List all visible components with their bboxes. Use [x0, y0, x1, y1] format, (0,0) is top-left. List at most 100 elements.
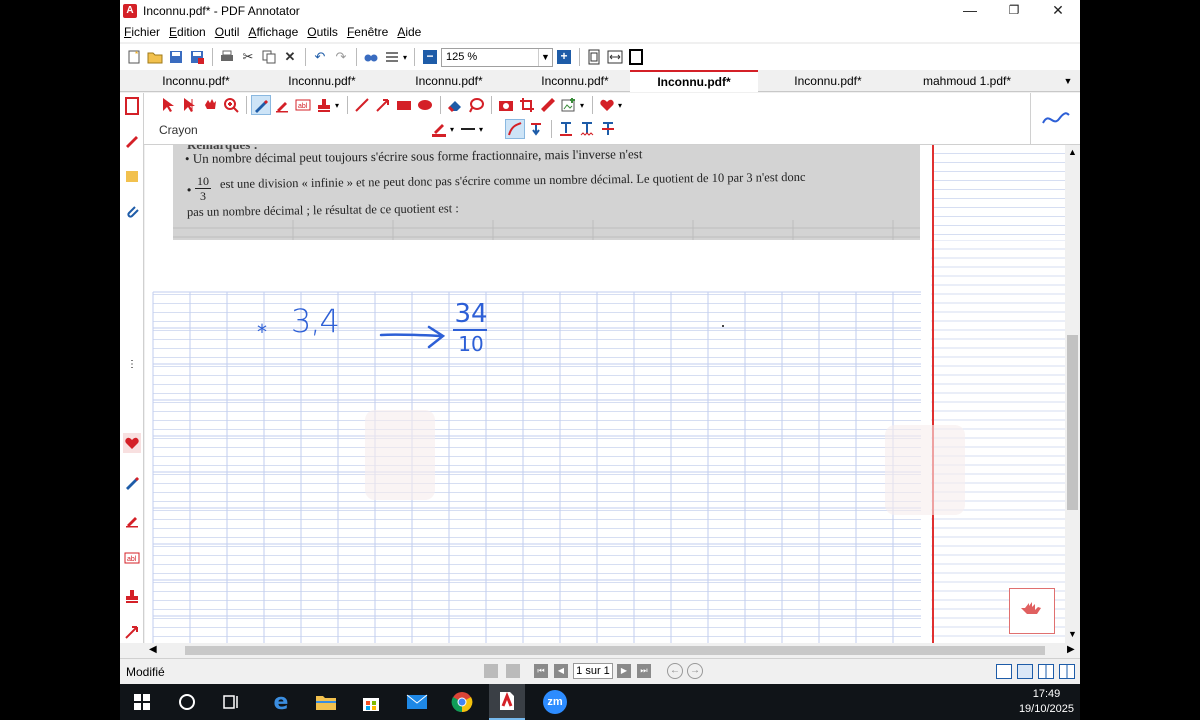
open-folder-icon[interactable] [145, 47, 165, 67]
smooth-stroke-icon[interactable] [505, 119, 526, 139]
zoom-combobox[interactable]: 125 % ▼ [441, 47, 554, 67]
copy-icon[interactable] [259, 47, 279, 67]
favorites-heart-icon[interactable] [597, 95, 617, 115]
save-as-icon[interactable] [187, 47, 207, 67]
eraser-tool-icon[interactable] [445, 95, 465, 115]
system-clock[interactable]: 17:49 19/10/2025 [1019, 687, 1074, 717]
insert-dropdown-icon[interactable]: ▾ [580, 101, 584, 110]
two-page-view-icon[interactable] [1038, 664, 1054, 679]
scroll-left-icon[interactable]: ◀ [149, 644, 157, 655]
favorites-dropdown-icon[interactable]: ▾ [618, 101, 622, 110]
chevron-down-icon[interactable]: ▼ [538, 48, 552, 66]
ruler-tool-icon[interactable] [538, 95, 558, 115]
stamp-dropdown-icon[interactable]: ▾ [335, 101, 339, 110]
scroll-down-icon[interactable]: ▼ [1068, 629, 1077, 639]
favorite-pen-blue-icon[interactable] [123, 473, 141, 491]
menu-aide[interactable]: Aide [397, 25, 421, 39]
undo-icon[interactable]: ↶ [310, 47, 330, 67]
tab-inconnu-4[interactable]: Inconnu.pdf* [512, 70, 638, 92]
line-width-dropdown-icon[interactable]: ▾ [479, 125, 483, 134]
favorite-stamp-icon[interactable] [123, 587, 141, 605]
attachment-icon[interactable] [123, 203, 141, 221]
ellipse-tool-icon[interactable] [415, 95, 435, 115]
pen-tool-icon[interactable] [251, 95, 271, 115]
chrome-icon[interactable] [448, 688, 476, 716]
menu-affichage[interactable]: Affichage [248, 25, 298, 39]
zoom-in-button[interactable]: + [557, 50, 572, 64]
last-page-button[interactable]: ⏭ [637, 664, 651, 678]
menu-outils[interactable]: Outils [307, 25, 338, 39]
minimize-button[interactable]: — [948, 0, 992, 22]
delete-icon[interactable]: ✕ [280, 47, 300, 67]
layout-dropdown-icon[interactable]: ▾ [403, 53, 407, 62]
menu-outil[interactable]: Outil [215, 25, 240, 39]
crop-tool-icon[interactable] [517, 95, 537, 115]
tab-inconnu-1[interactable]: Inconnu.pdf* [133, 70, 259, 92]
tab-inconnu-active[interactable]: Inconnu.pdf* [630, 70, 758, 92]
redo-icon[interactable]: ↷ [331, 47, 351, 67]
edge-browser-icon[interactable]: e [267, 688, 295, 716]
vertical-scroll-thumb[interactable] [1067, 335, 1078, 510]
file-explorer-icon[interactable] [312, 688, 340, 716]
touch-mode-button[interactable] [1009, 588, 1055, 634]
page-outline-icon[interactable] [123, 97, 141, 115]
highlighter-tool-icon[interactable] [272, 95, 292, 115]
horizontal-scrollbar[interactable]: ◀ ▶ [145, 643, 1080, 658]
pen-preview-panel[interactable] [1030, 93, 1080, 145]
menu-fenetre[interactable]: Fenêtre [347, 25, 388, 39]
handwritten-arrow[interactable] [379, 325, 449, 351]
tab-list-dropdown-icon[interactable]: ▼ [1060, 70, 1076, 92]
single-page-view-icon[interactable] [996, 664, 1012, 679]
close-button[interactable]: ✕ [1036, 0, 1080, 22]
page-number-field[interactable]: 1 sur 1 [573, 663, 613, 679]
history-forward-icon[interactable]: → [687, 663, 703, 679]
insert-image-icon[interactable] [559, 95, 579, 115]
full-screen-icon[interactable] [626, 47, 646, 67]
sidebar-resize-handle[interactable]: ⋮ [123, 355, 141, 373]
text-box-tool-icon[interactable]: abl [293, 95, 313, 115]
layout-icon[interactable] [382, 47, 402, 67]
tab-inconnu-3[interactable]: Inconnu.pdf* [386, 70, 512, 92]
select-text-icon[interactable] [179, 95, 199, 115]
stamp-tool-icon[interactable] [314, 95, 334, 115]
history-back-icon[interactable]: ← [667, 663, 683, 679]
zoom-app-icon[interactable]: zm [541, 688, 569, 716]
scroll-up-icon[interactable]: ▲ [1068, 147, 1077, 157]
handwritten-bullet[interactable]: * [257, 320, 267, 344]
rectangle-tool-icon[interactable] [394, 95, 414, 115]
text-squiggly-icon[interactable] [577, 119, 597, 139]
camera-tool-icon[interactable] [496, 95, 516, 115]
pressure-icon[interactable] [526, 119, 546, 139]
favorites-heart-icon[interactable] [123, 433, 141, 453]
menu-fichier[interactable]: Fichier [124, 25, 160, 39]
tab-inconnu-2[interactable]: Inconnu.pdf* [259, 70, 385, 92]
pen-color-icon[interactable] [429, 119, 449, 139]
find-icon[interactable] [361, 47, 381, 67]
document-viewport[interactable]: Remarques : • Un nombre décimal peut tou… [145, 145, 1065, 643]
fit-width-icon[interactable] [605, 47, 625, 67]
save-icon[interactable] [166, 47, 186, 67]
favorite-highlighter-icon[interactable] [123, 511, 141, 529]
pdf-annotator-taskbar-icon[interactable] [489, 684, 525, 720]
search-circle-icon[interactable] [173, 688, 201, 716]
maximize-button[interactable]: ❐ [992, 0, 1036, 22]
prev-view-icon[interactable] [484, 664, 498, 678]
next-page-button[interactable]: ▶ [617, 664, 631, 678]
first-page-button[interactable]: ⏮ [534, 664, 548, 678]
arrow-tool-icon[interactable] [373, 95, 393, 115]
select-arrow-icon[interactable] [158, 95, 178, 115]
color-dropdown-icon[interactable]: ▾ [450, 125, 454, 134]
mail-icon[interactable] [403, 688, 431, 716]
fit-page-icon[interactable] [584, 47, 604, 67]
vertical-scrollbar[interactable]: ▲ ▼ [1065, 145, 1080, 643]
prev-page-button[interactable]: ◀ [554, 664, 568, 678]
tab-mahmoud[interactable]: mahmoud 1.pdf* [902, 70, 1032, 92]
line-tool-icon[interactable] [352, 95, 372, 115]
bookmark-folder-icon[interactable] [123, 167, 141, 185]
zoom-tool-icon[interactable] [221, 95, 241, 115]
tab-inconnu-6[interactable]: Inconnu.pdf* [765, 70, 891, 92]
favorite-arrow-icon[interactable] [123, 623, 141, 641]
new-document-icon[interactable]: * [124, 47, 144, 67]
continuous-view-icon[interactable] [1017, 664, 1033, 679]
menu-edition[interactable]: Edition [169, 25, 206, 39]
